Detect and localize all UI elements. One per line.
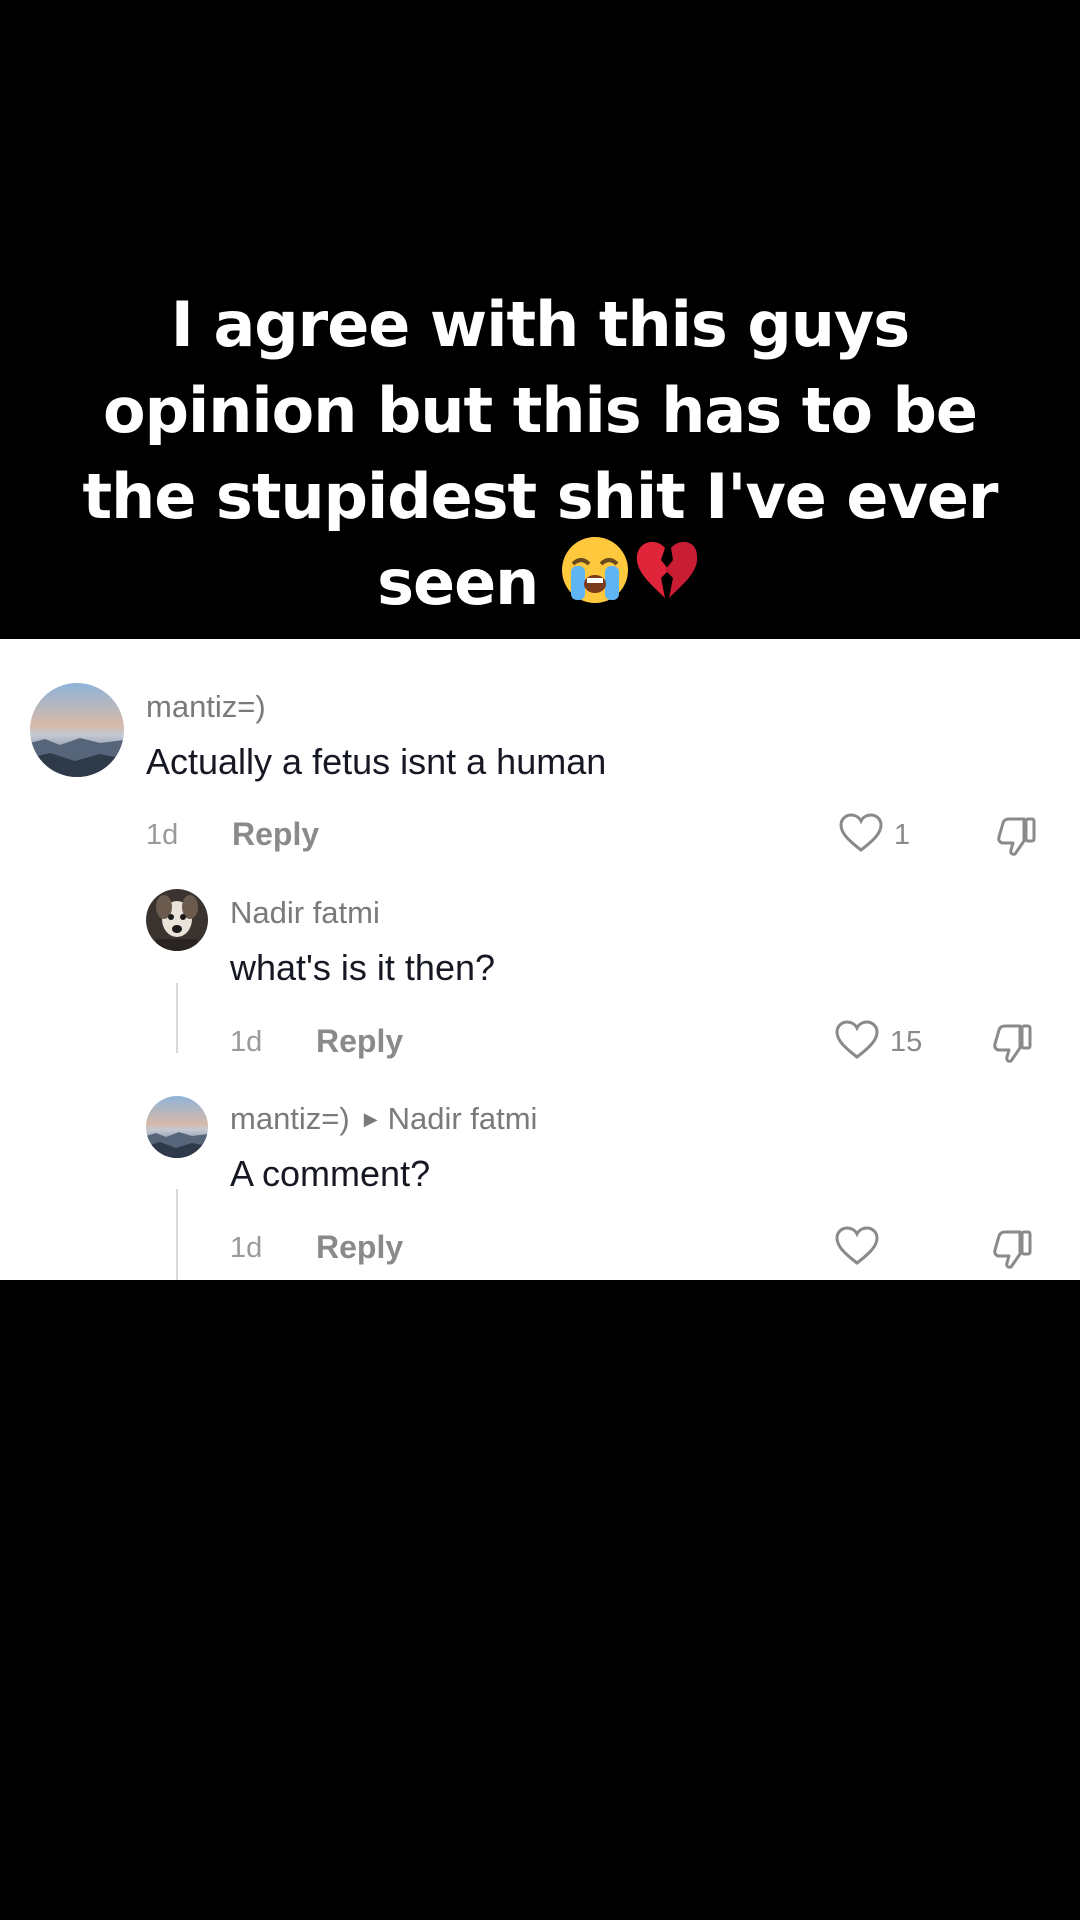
reply-button[interactable]: Reply [232,816,319,853]
caption-line-2: opinion but this has to be [103,374,978,447]
comment-username-line: mantiz=) ▶ Nadir fatmi [230,1101,537,1137]
reply-to-username[interactable]: Nadir fatmi [388,1101,538,1136]
comment-timestamp: 1d [230,1026,263,1058]
dislike-button[interactable] [990,1020,1036,1066]
landscape-sky-avatar[interactable] [30,683,124,777]
loudly-crying-face-emoji [559,534,631,628]
caption-line-4: seen [0,537,1080,634]
dislike-button[interactable] [990,1226,1036,1272]
comment-timestamp: 1d [230,1232,263,1264]
comments-panel: mantiz=) Actually a fetus isnt a human 1… [0,639,1080,1280]
comment-username[interactable]: Nadir fatmi [230,895,380,931]
dislike-button[interactable] [994,813,1040,859]
like-button[interactable]: 15 [834,1018,922,1066]
thumbs-down-icon [990,1024,1036,1070]
heart-icon [838,812,884,859]
heart-icon [834,1019,880,1066]
landscape-sky-avatar[interactable] [146,1096,208,1158]
comment-username[interactable]: mantiz=) [146,689,266,725]
dog-photo-avatar[interactable] [146,889,208,951]
caption-line-3: the stupidest shit I've ever [82,460,999,533]
like-count: 15 [890,1025,923,1058]
caption-line-1: I agree with this guys [170,288,910,361]
heart-icon [834,1225,880,1272]
broken-heart-emoji [631,534,703,628]
like-button[interactable]: 1 [838,811,910,859]
comment-text: what's is it then? [230,947,496,988]
caption-line-4-text: seen [377,546,539,620]
thumbs-down-icon [990,1230,1036,1276]
comment-text: Actually a fetus isnt a human [146,741,607,782]
thread-line [176,983,178,1053]
comment-timestamp: 1d [146,819,179,851]
video-caption: I agree with this guys opinion but this … [0,282,1080,634]
like-count: 1 [894,818,911,851]
reply-button[interactable]: Reply [316,1229,403,1266]
reply-button[interactable]: Reply [316,1023,403,1060]
thumbs-down-icon [994,817,1040,863]
comment-username[interactable]: mantiz=) [230,1101,350,1136]
like-button[interactable] [834,1224,890,1272]
comment-text: A comment? [230,1153,431,1194]
reply-arrow-icon: ▶ [363,1109,378,1129]
thread-line [176,1189,178,1280]
